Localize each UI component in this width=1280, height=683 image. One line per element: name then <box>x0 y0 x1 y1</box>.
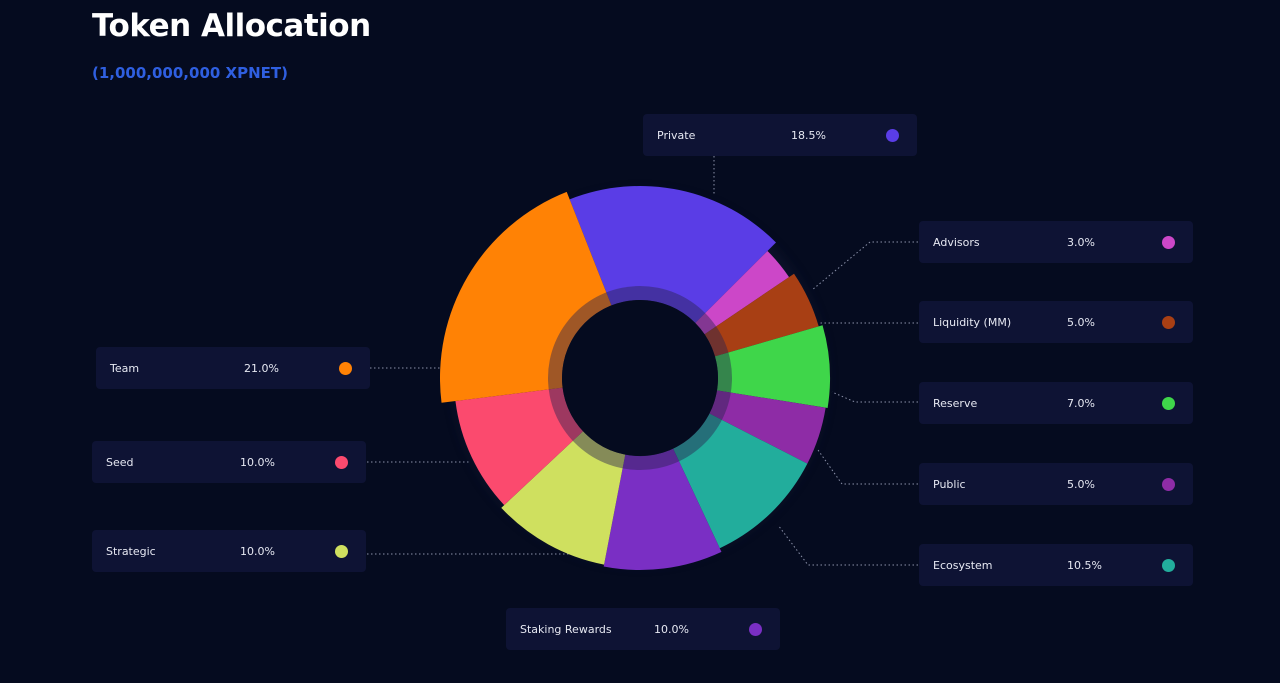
legend-label: Staking Rewards <box>520 622 612 636</box>
legend-percent: 5.0% <box>1067 315 1095 329</box>
legend-percent: 10.0% <box>654 622 689 636</box>
legend-percent: 5.0% <box>1067 477 1095 491</box>
legend-percent: 3.0% <box>1067 235 1095 249</box>
legend-label: Liquidity (MM) <box>933 315 1012 329</box>
legend-percent: 10.5% <box>1067 558 1102 572</box>
legend-card-liquidity[interactable]: Liquidity (MM) 5.0% <box>919 301 1193 343</box>
donut-hole <box>562 300 718 456</box>
legend-percent: 18.5% <box>791 128 826 142</box>
legend-label: Public <box>933 477 966 491</box>
legend-percent: 21.0% <box>244 361 279 375</box>
legend-color-dot <box>1162 478 1175 491</box>
legend-label: Team <box>110 361 140 375</box>
legend-card-public[interactable]: Public 5.0% <box>919 463 1193 505</box>
legend-card-reserve[interactable]: Reserve 7.0% <box>919 382 1193 424</box>
legend-color-dot <box>335 545 348 558</box>
legend-color-dot <box>1162 236 1175 249</box>
leader-line <box>817 449 918 485</box>
legend-card-private[interactable]: Private 18.5% <box>643 114 917 156</box>
legend-label: Private <box>657 128 696 142</box>
legend-card-team[interactable]: Team 21.0% <box>96 347 370 389</box>
legend-card-strategic[interactable]: Strategic 10.0% <box>92 530 366 572</box>
legend-card-ecosystem[interactable]: Ecosystem 10.5% <box>919 544 1193 586</box>
legend-label: Seed <box>106 455 134 469</box>
legend-label: Reserve <box>933 396 978 410</box>
leader-line <box>811 241 918 291</box>
legend-label: Ecosystem <box>933 558 993 572</box>
legend-label: Strategic <box>106 544 156 558</box>
legend-card-seed[interactable]: Seed 10.0% <box>92 441 366 483</box>
leader-line <box>831 391 918 403</box>
legend-color-dot <box>749 623 762 636</box>
leader-line <box>777 524 918 566</box>
legend-color-dot <box>1162 316 1175 329</box>
legend-percent: 10.0% <box>240 455 275 469</box>
legend-color-dot <box>886 129 899 142</box>
legend-color-dot <box>1162 559 1175 572</box>
legend-color-dot <box>1162 397 1175 410</box>
legend-percent: 7.0% <box>1067 396 1095 410</box>
legend-card-staking-rewards[interactable]: Staking Rewards 10.0% <box>506 608 780 650</box>
legend-color-dot <box>339 362 352 375</box>
legend-card-advisors[interactable]: Advisors 3.0% <box>919 221 1193 263</box>
legend-color-dot <box>335 456 348 469</box>
legend-percent: 10.0% <box>240 544 275 558</box>
legend-label: Advisors <box>933 235 980 249</box>
